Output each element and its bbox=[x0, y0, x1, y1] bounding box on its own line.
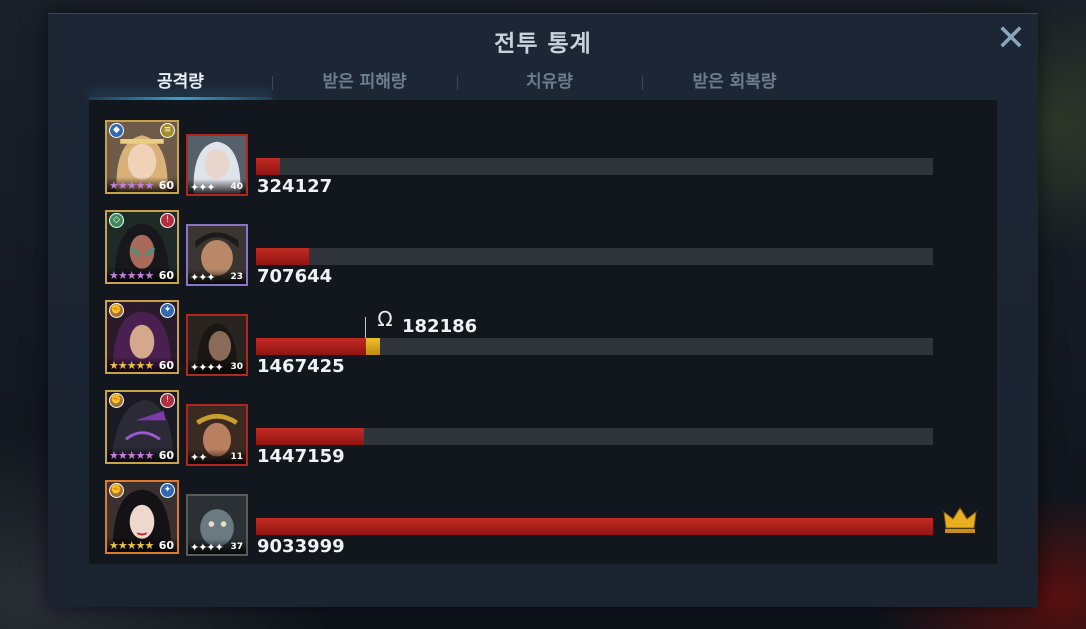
sparkle-icon: ✦ bbox=[160, 303, 175, 318]
fist-icon: ✊ bbox=[109, 303, 124, 318]
sparkle-icon: ✦ bbox=[160, 483, 175, 498]
star-strip: ★★★★★ 60 bbox=[107, 177, 177, 192]
hero-row: ✊ ! ★★★★★ 60 ✦✦ 11 1447159 bbox=[89, 390, 997, 480]
pet-portrait[interactable]: ✦✦✦ 23 bbox=[186, 224, 248, 286]
pet-stars: ✦✦✦ bbox=[190, 271, 216, 284]
damage-bar bbox=[256, 428, 933, 445]
hero-row: ✊ ✦ ★★★★★ 60 ✦✦✦✦ 30 Ω 182186 1467425 bbox=[89, 300, 997, 390]
damage-bar bbox=[256, 518, 933, 535]
hero-level: 60 bbox=[158, 449, 174, 462]
shield-icon: ◆ bbox=[109, 123, 124, 138]
star-strip: ✦✦✦✦ 37 bbox=[188, 539, 246, 554]
star-strip: ★★★★★ 60 bbox=[107, 357, 177, 372]
damage-bar bbox=[256, 338, 933, 355]
hero-stars: ★★★★★ bbox=[109, 539, 154, 552]
close-icon[interactable]: ✕ bbox=[994, 21, 1028, 57]
gold-gear-icon: ≡ bbox=[160, 123, 175, 138]
fire-icon: ! bbox=[160, 393, 175, 408]
star-strip: ★★★★★ 60 bbox=[107, 537, 177, 552]
hero-portrait[interactable]: ✊ ✦ ★★★★★ 60 bbox=[105, 300, 179, 374]
damage-bar-fill bbox=[256, 158, 280, 175]
pet-damage-bar bbox=[366, 338, 380, 355]
hero-level: 60 bbox=[158, 179, 174, 192]
damage-value: 707644 bbox=[257, 266, 333, 287]
stats-list[interactable]: ◆ ≡ ★★★★★ 60 ✦✦✦ 40 324127 ◇ ! ★★★★★ 60 … bbox=[89, 100, 997, 564]
star-strip: ✦✦✦✦ 30 bbox=[188, 359, 246, 374]
hero-level: 60 bbox=[158, 359, 174, 372]
pet-level: 30 bbox=[230, 362, 243, 372]
crown-icon bbox=[943, 507, 977, 533]
damage-bar-fill bbox=[256, 338, 366, 355]
hero-portrait[interactable]: ✊ ! ★★★★★ 60 bbox=[105, 390, 179, 464]
hero-stars: ★★★★★ bbox=[109, 449, 154, 462]
star-strip: ★★★★★ 60 bbox=[107, 267, 177, 282]
pet-horseshoe-icon: Ω bbox=[377, 307, 393, 331]
pet-level: 23 bbox=[230, 272, 243, 282]
star-strip: ★★★★★ 60 bbox=[107, 447, 177, 462]
pet-level: 11 bbox=[230, 452, 243, 462]
hero-stars: ★★★★★ bbox=[109, 269, 154, 282]
tab-attack[interactable]: 공격량 bbox=[89, 66, 272, 100]
hero-portrait[interactable]: ✊ ✦ ★★★★★ 60 bbox=[105, 480, 179, 554]
pet-stars: ✦✦ bbox=[190, 451, 207, 464]
fire-icon: ! bbox=[160, 213, 175, 228]
pet-portrait[interactable]: ✦✦✦✦ 37 bbox=[186, 494, 248, 556]
fist-icon: ✊ bbox=[109, 393, 124, 408]
pet-damage-marker bbox=[365, 317, 366, 339]
damage-bar bbox=[256, 158, 933, 175]
hero-row: ◆ ≡ ★★★★★ 60 ✦✦✦ 40 324127 bbox=[89, 120, 997, 210]
hero-row: ◇ ! ★★★★★ 60 ✦✦✦ 23 707644 bbox=[89, 210, 997, 300]
pet-level: 40 bbox=[230, 182, 243, 192]
tab-healing-received[interactable]: 받은 회복량 bbox=[643, 66, 826, 99]
pet-portrait[interactable]: ✦✦✦✦ 30 bbox=[186, 314, 248, 376]
pet-damage-value: 182186 bbox=[402, 316, 478, 337]
pet-level: 37 bbox=[230, 542, 243, 552]
damage-bar-fill bbox=[256, 248, 309, 265]
tab-damage-taken[interactable]: 받은 피해량 bbox=[273, 66, 456, 99]
hero-stars: ★★★★★ bbox=[109, 359, 154, 372]
hero-portrait[interactable]: ◆ ≡ ★★★★★ 60 bbox=[105, 120, 179, 194]
hero-level: 60 bbox=[158, 539, 174, 552]
damage-value: 1467425 bbox=[257, 356, 345, 377]
hero-stars: ★★★★★ bbox=[109, 179, 154, 192]
damage-bar bbox=[256, 248, 933, 265]
panel-title: 전투 통계 bbox=[494, 31, 592, 57]
damage-bar-fill bbox=[256, 518, 933, 535]
hero-row: ✊ ✦ ★★★★★ 60 ✦✦✦✦ 37 9033999 bbox=[89, 480, 997, 564]
pet-stars: ✦✦✦✦ bbox=[190, 541, 224, 554]
pet-portrait[interactable]: ✦✦✦ 40 bbox=[186, 134, 248, 196]
hero-level: 60 bbox=[158, 269, 174, 282]
pet-stars: ✦✦✦✦ bbox=[190, 361, 224, 374]
pet-portrait[interactable]: ✦✦ 11 bbox=[186, 404, 248, 466]
hero-portrait[interactable]: ◇ ! ★★★★★ 60 bbox=[105, 210, 179, 284]
star-strip: ✦✦✦ 40 bbox=[188, 179, 246, 194]
damage-value: 9033999 bbox=[257, 536, 345, 557]
damage-value: 1447159 bbox=[257, 446, 345, 467]
stats-tabs: 공격량 받은 피해량 치유량 받은 회복량 bbox=[89, 66, 997, 100]
fist-icon: ✊ bbox=[109, 483, 124, 498]
diamond-icon: ◇ bbox=[109, 213, 124, 228]
star-strip: ✦✦✦ 23 bbox=[188, 269, 246, 284]
star-strip: ✦✦ 11 bbox=[188, 449, 246, 464]
pet-stars: ✦✦✦ bbox=[190, 181, 216, 194]
damage-value: 324127 bbox=[257, 176, 333, 197]
tab-healing[interactable]: 치유량 bbox=[458, 66, 641, 99]
damage-bar-fill bbox=[256, 428, 364, 445]
